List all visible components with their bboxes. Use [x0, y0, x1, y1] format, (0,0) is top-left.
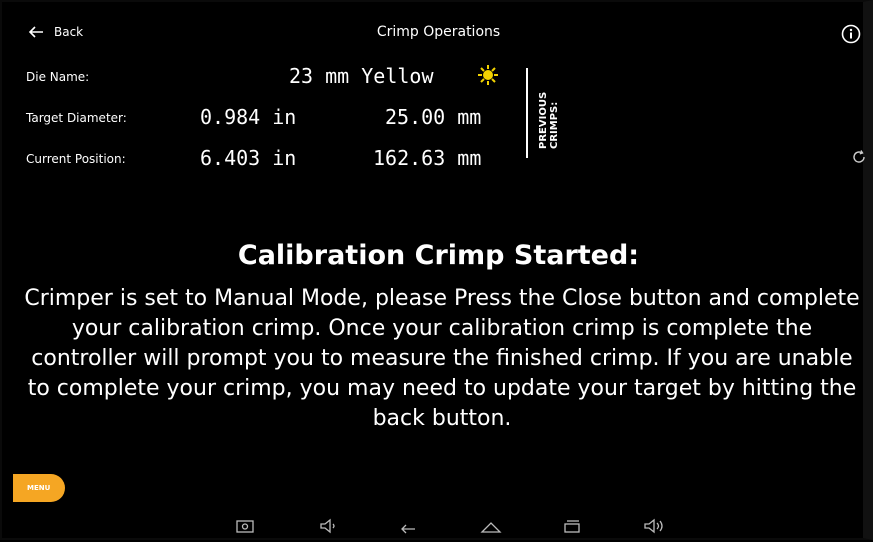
volume-down-icon[interactable]: [318, 517, 338, 535]
die-name-value: 23 mm Yellow: [289, 64, 434, 88]
divider: [526, 68, 528, 158]
die-color-icon: [478, 65, 498, 85]
home-icon[interactable]: [479, 517, 503, 535]
target-diameter-mm: 25.00 mm: [385, 105, 482, 129]
menu-button[interactable]: MENU: [13, 474, 65, 502]
die-name-label: Die Name:: [26, 70, 90, 84]
top-bar: Back Crimp Operations: [2, 2, 873, 62]
target-diameter-inches: 0.984 in: [200, 105, 297, 129]
screenshot-icon[interactable]: [235, 517, 255, 535]
current-position-mm: 162.63 mm: [373, 146, 482, 170]
refresh-icon[interactable]: [851, 149, 867, 165]
recents-icon[interactable]: [562, 517, 582, 535]
previous-crimps-label: PREVIOUS CRIMPS:: [538, 91, 560, 149]
message-body: Crimper is set to Manual Mode, please Pr…: [24, 286, 860, 431]
message-title: Calibration Crimp Started:: [237, 240, 640, 271]
current-position-label: Current Position:: [26, 152, 126, 166]
nav-back-icon[interactable]: [399, 517, 419, 535]
system-nav-bar: [2, 507, 873, 542]
page-title: Crimp Operations: [376, 24, 501, 40]
target-diameter-label: Target Diameter:: [26, 111, 127, 125]
current-position-inches: 6.403 in: [200, 146, 297, 170]
menu-label: MENU: [27, 484, 51, 492]
volume-up-icon[interactable]: [642, 517, 666, 535]
info-icon[interactable]: [841, 24, 861, 44]
app-frame: Back Crimp Operations Die Name: 23 mm Ye…: [0, 0, 873, 540]
